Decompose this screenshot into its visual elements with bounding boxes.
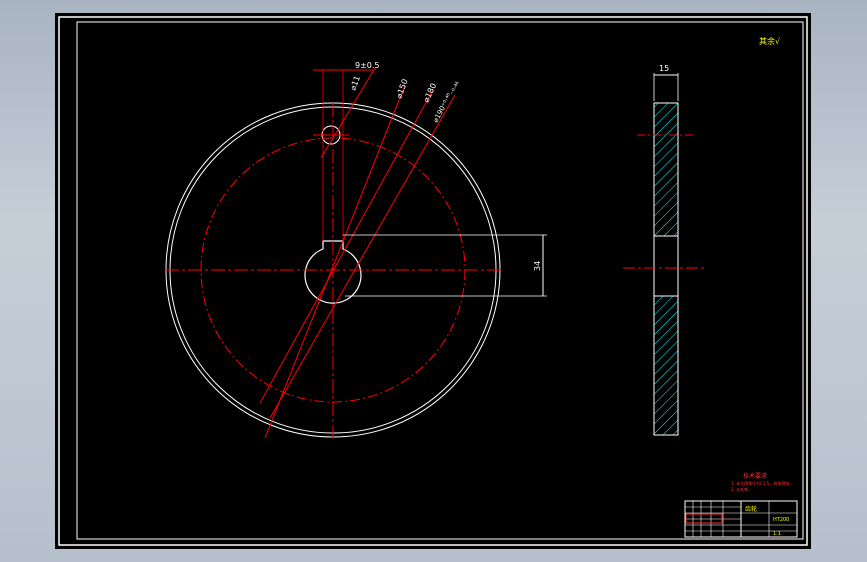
dim-keyway-offset: 9±0.5 [355, 61, 380, 70]
leader-dia190 [269, 94, 456, 419]
dim-dia-150: ⌀150 [394, 78, 409, 100]
tech-notes-line2: 2. 去毛刺。 [731, 486, 752, 492]
part-name: 齿轮 [745, 505, 757, 513]
tech-notes-line1: 1. 未注倒角均为C1.5，锐角倒钝。 [731, 480, 793, 486]
section-upper [653, 102, 679, 237]
title-block-red-mark [685, 513, 723, 524]
tech-notes: 技术要求 1. 未注倒角均为C1.5，锐角倒钝。 2. 去毛刺。 [731, 472, 793, 492]
cad-drawing-canvas: 其余√ 9±0.5 ⌀11 ⌀150 ⌀180 ⌀190⁺⁰·⁴⁶₋₀.₄₆ 3… [55, 13, 811, 549]
material: HT200 [773, 517, 789, 523]
dim-keyway-depth: 34 [533, 261, 542, 271]
roughness-symbol: 其余√ [759, 36, 781, 46]
dim-hole-dia: ⌀11 [348, 75, 362, 92]
inner-frame [76, 21, 804, 540]
title-block: 齿轮 HT200 1:1 [684, 500, 798, 538]
dim-dia-180: ⌀180 [422, 82, 439, 104]
tech-notes-title: 技术要求 [743, 472, 767, 480]
section-view: 15 [623, 64, 705, 436]
scale: 1:1 [773, 531, 781, 537]
leader-dia180 [259, 89, 434, 404]
dim-thickness: 15 [659, 64, 669, 73]
leader-dia150 [264, 84, 406, 439]
section-lower [653, 295, 679, 436]
front-view: 9±0.5 ⌀11 ⌀150 ⌀180 ⌀190⁺⁰·⁴⁶₋₀.₄₆ 34 [165, 61, 547, 439]
drawing-svg: 其余√ 9±0.5 ⌀11 ⌀150 ⌀180 ⌀190⁺⁰·⁴⁶₋₀.₄₆ 3… [58, 16, 808, 546]
leader-hole [320, 67, 376, 159]
